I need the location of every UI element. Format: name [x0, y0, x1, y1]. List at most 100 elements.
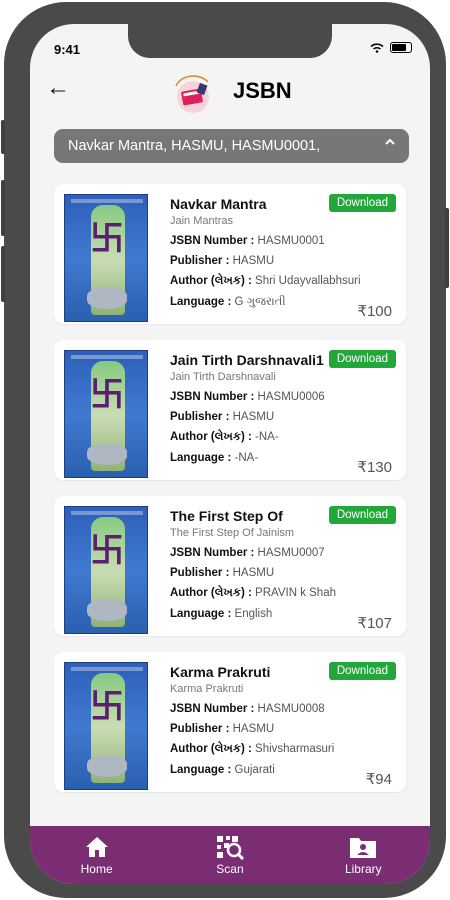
swastika-icon: 卐: [90, 532, 124, 570]
volume-down-button: [1, 246, 5, 302]
language-label: Language :: [170, 296, 235, 308]
nav-scan[interactable]: Scan: [180, 834, 280, 876]
jsbn-row: JSBN Number : HASMU0001: [170, 235, 400, 247]
book-title: The First Step Of: [170, 508, 283, 524]
download-button[interactable]: Download: [328, 194, 396, 212]
publisher-label: Publisher :: [170, 567, 233, 579]
book-cover-image: 卐: [64, 350, 148, 478]
app-title: JSBN: [233, 78, 292, 103]
book-cover-image: 卐: [64, 662, 148, 790]
app-logo: [175, 75, 209, 113]
author-value: Shri Udayvallabhsuri: [255, 275, 361, 287]
jsbn-value: HASMU0007: [257, 547, 325, 559]
nav-library-label: Library: [344, 862, 382, 876]
jsbn-row: JSBN Number : HASMU0008: [170, 703, 400, 715]
language-label: Language :: [170, 452, 235, 464]
nav-scan-label: Scan: [216, 862, 244, 876]
publisher-row: Publisher : HASMU: [170, 411, 400, 423]
author-value: PRAVIN k Shah: [255, 587, 336, 599]
swastika-icon: 卐: [90, 376, 124, 414]
book-card[interactable]: 卐 The First Step Of The First Step Of Ja…: [54, 496, 406, 636]
jsbn-label: JSBN Number :: [170, 391, 258, 403]
nav-home-label: Home: [80, 862, 113, 876]
download-button[interactable]: Download: [328, 350, 396, 368]
language-value: Gujarati: [234, 764, 275, 776]
publisher-value: HASMU: [232, 411, 275, 423]
book-title: Jain Tirth Darshnavali1: [170, 352, 324, 368]
author-row: Author (લેખક) : Shri Udayvallabhsuri: [170, 275, 400, 288]
author-label: Author (લેખક) :: [170, 743, 256, 755]
publisher-label: Publisher :: [170, 255, 233, 267]
app-header: ← JSBN: [30, 70, 430, 122]
author-value: Shivsharmasuri: [255, 743, 335, 755]
author-value: -NA-: [255, 431, 279, 443]
book-title: Navkar Mantra: [170, 196, 267, 212]
back-arrow-icon[interactable]: ←: [46, 74, 70, 102]
language-value: G ગુજરાતી: [234, 296, 286, 308]
status-icons: [370, 42, 412, 53]
book-price: ₹107: [357, 615, 392, 632]
language-value: English: [234, 608, 273, 620]
jsbn-label: JSBN Number :: [170, 235, 258, 247]
download-button[interactable]: Download: [328, 662, 396, 680]
language-value: -NA-: [234, 452, 259, 464]
nav-library[interactable]: Library: [313, 834, 413, 876]
book-subtitle: The First Step Of Jainism: [170, 527, 295, 539]
book-cover-image: 卐: [64, 194, 148, 322]
author-label: Author (લેખક) :: [170, 587, 256, 599]
author-label: Author (લેખક) :: [170, 431, 256, 443]
library-icon: [348, 834, 378, 860]
publisher-value: HASMU: [232, 255, 275, 267]
book-info: Jain Tirth Darshnavali1 Jain Tirth Darsh…: [170, 352, 400, 464]
screen: 9:41 ← JSBN Navkar Mantra, HASMU, HASMU0…: [30, 24, 430, 884]
wifi-icon: [370, 42, 384, 53]
book-cover-image: 卐: [64, 506, 148, 634]
book-price: ₹94: [365, 771, 392, 788]
book-price: ₹100: [357, 303, 392, 320]
jsbn-label: JSBN Number :: [170, 547, 258, 559]
search-value: Navkar Mantra, HASMU, HASMU0001,: [68, 138, 321, 154]
book-info: Navkar Mantra Jain Mantras JSBN Number :…: [170, 196, 400, 309]
author-row: Author (લેખક) : PRAVIN k Shah: [170, 587, 400, 600]
volume-up-button: [1, 180, 5, 236]
chevron-up-icon[interactable]: [383, 135, 397, 154]
book-card[interactable]: 卐 Karma Prakruti Karma Prakruti JSBN Num…: [54, 652, 406, 792]
publisher-row: Publisher : HASMU: [170, 723, 400, 735]
author-row: Author (લેખક) : Shivsharmasuri: [170, 743, 400, 756]
battery-icon: [390, 42, 412, 53]
book-subtitle: Karma Prakruti: [170, 683, 244, 695]
book-list: 卐 Navkar Mantra Jain Mantras JSBN Number…: [54, 184, 406, 808]
book-info: Karma Prakruti Karma Prakruti JSBN Numbe…: [170, 664, 400, 776]
home-icon: [84, 834, 110, 860]
jsbn-value: HASMU0001: [257, 235, 325, 247]
jsbn-row: JSBN Number : HASMU0006: [170, 391, 400, 403]
notch: [128, 24, 332, 58]
author-row: Author (લેખક) : -NA-: [170, 431, 400, 444]
publisher-value: HASMU: [232, 567, 275, 579]
nav-home[interactable]: Home: [47, 834, 147, 876]
jsbn-label: JSBN Number :: [170, 703, 258, 715]
phone-frame: 9:41 ← JSBN Navkar Mantra, HASMU, HASMU0…: [1, 2, 449, 898]
scan-icon: [215, 834, 245, 860]
swastika-icon: 卐: [90, 688, 124, 726]
language-label: Language :: [170, 608, 235, 620]
book-subtitle: Jain Mantras: [170, 215, 233, 227]
publisher-label: Publisher :: [170, 723, 233, 735]
swastika-icon: 卐: [90, 220, 124, 258]
publisher-row: Publisher : HASMU: [170, 255, 400, 267]
book-card[interactable]: 卐 Navkar Mantra Jain Mantras JSBN Number…: [54, 184, 406, 324]
language-label: Language :: [170, 764, 235, 776]
book-card[interactable]: 卐 Jain Tirth Darshnavali1 Jain Tirth Dar…: [54, 340, 406, 480]
book-price: ₹130: [357, 459, 392, 476]
search-dropdown[interactable]: Navkar Mantra, HASMU, HASMU0001,: [54, 129, 409, 163]
status-time: 9:41: [54, 42, 81, 57]
publisher-row: Publisher : HASMU: [170, 567, 400, 579]
download-button[interactable]: Download: [328, 506, 396, 524]
author-label: Author (લેખક) :: [170, 275, 256, 287]
book-subtitle: Jain Tirth Darshnavali: [170, 371, 276, 383]
jsbn-value: HASMU0008: [257, 703, 325, 715]
book-info: The First Step Of The First Step Of Jain…: [170, 508, 400, 620]
bottom-nav: Home Scan Library: [30, 826, 430, 884]
jsbn-value: HASMU0006: [257, 391, 325, 403]
publisher-value: HASMU: [232, 723, 275, 735]
